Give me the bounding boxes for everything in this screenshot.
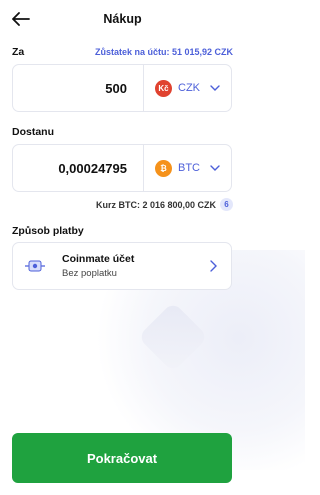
payment-method-text: Coinmate účet Bez poplatku bbox=[62, 253, 134, 279]
from-currency-label: CZK bbox=[178, 82, 200, 94]
balance-text[interactable]: Zůstatek na účtu: 51 015,92 CZK bbox=[95, 47, 233, 57]
exchange-rate-text: Kurz BTC: 2 016 800,00 CZK bbox=[95, 199, 216, 210]
background-diamond bbox=[137, 301, 209, 373]
chevron-right-icon bbox=[210, 260, 218, 272]
page-title: Nákup bbox=[103, 12, 142, 26]
from-field: 500 Kč CZK bbox=[12, 64, 232, 112]
btc-coin-icon: ₿ bbox=[155, 159, 172, 177]
to-amount-input[interactable]: 0,00024795 bbox=[13, 145, 143, 191]
to-label: Dostanu bbox=[12, 126, 54, 138]
header: Nákup bbox=[0, 0, 245, 38]
from-currency-select[interactable]: Kč CZK bbox=[143, 65, 231, 111]
from-label: Za bbox=[12, 46, 25, 58]
info-icon[interactable]: 6 bbox=[220, 198, 233, 211]
payment-method-name: Coinmate účet bbox=[62, 253, 135, 265]
chevron-down-icon bbox=[210, 83, 220, 93]
payment-method-fee: Bez poplatku bbox=[62, 268, 117, 279]
from-amount-input[interactable]: 500 bbox=[13, 65, 143, 111]
to-currency-label: BTC bbox=[178, 162, 200, 174]
back-arrow-icon[interactable] bbox=[10, 9, 32, 29]
coinmate-wallet-icon bbox=[25, 258, 45, 274]
czk-coin-icon: Kč bbox=[155, 79, 172, 97]
to-currency-select[interactable]: ₿ BTC bbox=[143, 145, 231, 191]
payment-method-card[interactable]: Coinmate účet Bez poplatku bbox=[12, 242, 232, 290]
exchange-rate: Kurz BTC: 2 016 800,00 CZK 6 bbox=[96, 198, 233, 211]
payment-label: Způsob platby bbox=[12, 225, 84, 237]
chevron-down-icon bbox=[210, 163, 220, 173]
to-field: 0,00024795 ₿ BTC bbox=[12, 144, 232, 192]
continue-button[interactable]: Pokračovat bbox=[12, 433, 232, 483]
